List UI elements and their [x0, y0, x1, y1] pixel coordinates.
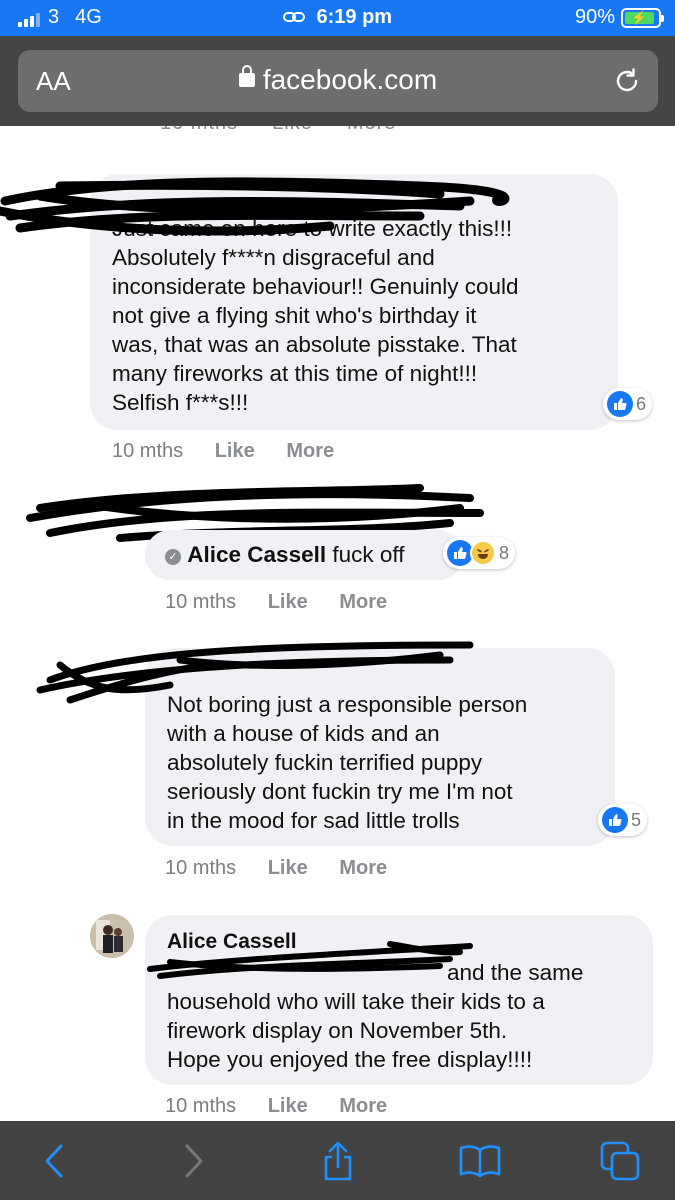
like-button[interactable]: Like: [268, 857, 308, 879]
comments-thread[interactable]: 10 mthsLikeMore Just came on here to wri…: [0, 126, 675, 1121]
comment-line: Selfish f***s!!!: [112, 390, 249, 415]
comment-line: absolutely fuckin terrified puppy: [167, 750, 483, 775]
tabs-icon[interactable]: [598, 1139, 642, 1183]
like-reaction-icon: [602, 807, 628, 833]
comment-time: 10 mths: [165, 857, 237, 879]
reload-icon[interactable]: [610, 64, 644, 98]
comment-time: 10 mths: [112, 440, 184, 462]
status-bar: 3 4G 6:19 pm 90% ⚡: [0, 0, 675, 36]
like-button[interactable]: Like: [215, 440, 255, 462]
link-icon: [282, 6, 311, 28]
status-time: 6:19 pm: [0, 6, 675, 29]
battery-percent: 90%: [574, 6, 615, 28]
comment-line: was, that was an absolute pisstake. That: [112, 332, 517, 357]
address-bar[interactable]: AA facebook.com: [18, 50, 658, 112]
like-reaction-icon: [607, 391, 633, 417]
url-field[interactable]: facebook.com: [18, 64, 658, 96]
redaction-scribble: [147, 941, 473, 979]
chevron-left-icon[interactable]: [32, 1139, 76, 1183]
haha-reaction-icon: [470, 540, 496, 566]
comment-time: 10 mths: [165, 591, 237, 613]
reaction-summary[interactable]: 8: [443, 537, 516, 569]
like-button[interactable]: Like: [268, 591, 308, 613]
like-button[interactable]: Like: [268, 1095, 308, 1117]
reaction-count: 6: [636, 393, 647, 414]
book-icon[interactable]: [458, 1139, 502, 1183]
redaction-scribble: [36, 641, 474, 704]
browser-toolbar: [0, 1121, 675, 1200]
url-text: facebook.com: [262, 64, 438, 95]
redaction-scribble: [0, 177, 510, 236]
comment-actions: 10 mths Like More: [165, 1095, 413, 1118]
chevron-right-icon[interactable]: [172, 1139, 216, 1183]
reaction-count: 8: [499, 542, 510, 563]
comment-actions: 10 mths Like More: [112, 440, 360, 463]
more-button[interactable]: More: [339, 857, 387, 879]
comment-time: 10 mths: [165, 1095, 237, 1117]
lock-icon: [238, 65, 255, 87]
more-button[interactable]: More: [339, 1095, 387, 1117]
mention-name[interactable]: Alice Cassell: [187, 542, 326, 567]
browser-address-area: AA facebook.com: [0, 36, 675, 126]
battery-icon: ⚡: [621, 7, 664, 28]
comment-line: seriously dont fuckin try me I'm not: [167, 779, 513, 804]
comment-line: Hope you enjoyed the free display!!!!: [167, 1047, 533, 1072]
reaction-summary[interactable]: 6: [603, 388, 653, 420]
comment-line: Absolutely f****n disgraceful and: [112, 245, 435, 270]
time-label: 6:19 pm: [316, 6, 393, 28]
verified-icon: ✓: [165, 549, 181, 565]
comment-bubble: ✓ Alice Cassell fuck off: [145, 530, 463, 580]
cut-off-meta: 10 mthsLikeMore: [160, 126, 430, 135]
comment-line: in the mood for sad little trolls: [167, 808, 460, 833]
avatar[interactable]: [90, 914, 134, 958]
comment-line: with a house of kids and an: [167, 721, 440, 746]
comment-line: many fireworks at this time of night!!!: [112, 361, 478, 386]
battery-info: 90% ⚡: [574, 6, 664, 29]
comment-line: not give a flying shit who's birthday it: [112, 303, 477, 328]
more-button[interactable]: More: [339, 591, 387, 613]
reaction-summary[interactable]: 5: [598, 804, 648, 836]
comment-line: inconsiderate behaviour!! Genuinly could: [112, 274, 519, 299]
comment-line: household who will take their kids to a: [167, 989, 545, 1014]
comment-actions: 10 mths Like More: [165, 857, 413, 880]
comment-line: firework display on November 5th.: [167, 1018, 508, 1043]
reaction-count: 5: [631, 809, 642, 830]
share-icon[interactable]: [316, 1139, 360, 1183]
comment-text: fuck off: [332, 542, 405, 567]
more-button[interactable]: More: [286, 440, 334, 462]
comment-actions: 10 mths Like More: [165, 591, 413, 614]
